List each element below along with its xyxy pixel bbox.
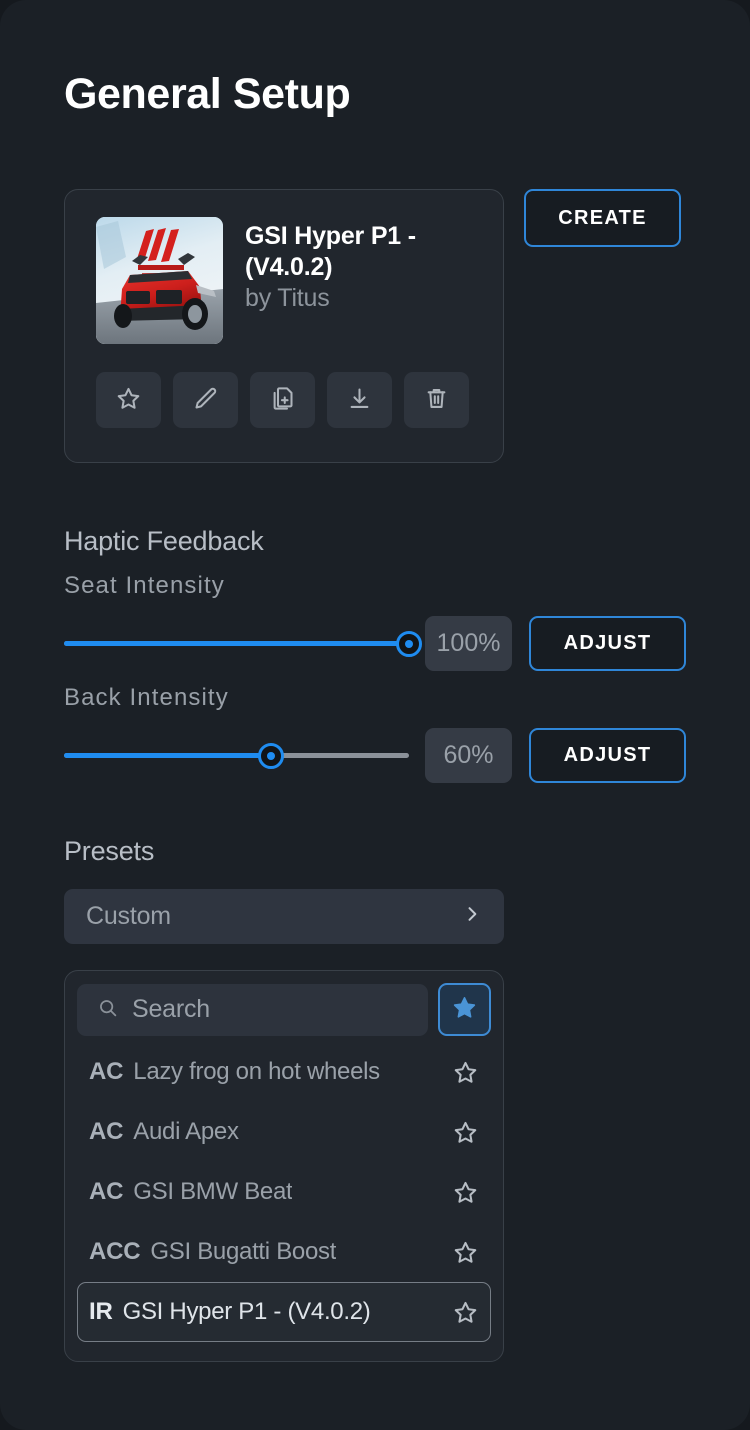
general-setup-screen: General Setup GSI Hyper P1 - (V4.0.2) by…	[0, 0, 750, 1430]
back-intensity-block: Back Intensity 60% ADJUST	[64, 684, 686, 783]
preset-game-tag: AC	[89, 1178, 124, 1205]
preset-label: Audi Apex	[133, 1118, 239, 1145]
back-intensity-label: Back Intensity	[64, 684, 229, 711]
game-thumbnail	[96, 217, 223, 344]
seat-intensity-block: Seat Intensity 100% ADJUST	[64, 572, 686, 671]
create-button[interactable]: CREATE	[524, 189, 681, 247]
preset-search-row	[77, 983, 491, 1036]
slider-fill	[64, 753, 271, 758]
pencil-icon	[192, 385, 219, 415]
preset-list-panel: AC Lazy frog on hot wheels AC Audi Apex AC GS…	[64, 970, 504, 1362]
presets-heading: Presets	[64, 836, 155, 866]
haptic-feedback-heading: Haptic Feedback	[64, 526, 264, 556]
list-item[interactable]: ACC GSI Bugatti Boost	[77, 1222, 491, 1282]
seat-adjust-button[interactable]: ADJUST	[529, 616, 686, 671]
preset-game-tag: ACC	[89, 1238, 141, 1265]
slider-fill	[64, 641, 409, 646]
download-button[interactable]	[327, 372, 392, 428]
list-item[interactable]: AC Audi Apex	[77, 1102, 491, 1162]
search-field[interactable]	[77, 983, 428, 1036]
back-adjust-button[interactable]: ADJUST	[529, 728, 686, 783]
preset-game-tag: AC	[89, 1058, 124, 1085]
edit-button[interactable]	[173, 372, 238, 428]
preset-game-tag: AC	[89, 1118, 124, 1145]
favorite-star-icon[interactable]	[452, 1179, 479, 1206]
preset-list: AC Lazy frog on hot wheels AC Audi Apex AC GS…	[77, 1042, 491, 1342]
search-icon	[97, 997, 118, 1023]
favorite-star-icon[interactable]	[452, 1299, 479, 1326]
delete-button[interactable]	[404, 372, 469, 428]
list-item[interactable]: AC Lazy frog on hot wheels	[77, 1042, 491, 1102]
seat-intensity-value: 100%	[425, 616, 512, 671]
chevron-right-icon	[462, 904, 482, 929]
copy-document-icon	[269, 385, 296, 415]
profile-card: GSI Hyper P1 - (V4.0.2) by Titus	[64, 189, 504, 463]
preset-label: Lazy frog on hot wheels	[133, 1058, 380, 1085]
star-filled-icon	[451, 994, 478, 1026]
seat-intensity-label: Seat Intensity	[64, 572, 225, 599]
profile-card-header: GSI Hyper P1 - (V4.0.2) by Titus	[96, 217, 490, 344]
favorite-star-icon[interactable]	[452, 1059, 479, 1086]
preset-game-tag: IR	[89, 1298, 113, 1325]
favorite-star-icon[interactable]	[452, 1239, 479, 1266]
favorite-button[interactable]	[96, 372, 161, 428]
list-item[interactable]: IR GSI Hyper P1 - (V4.0.2)	[77, 1282, 491, 1342]
preset-select-dropdown[interactable]: Custom	[64, 889, 504, 944]
trash-icon	[423, 385, 450, 415]
star-icon	[115, 385, 142, 415]
page-title: General Setup	[64, 70, 351, 118]
profile-author: by Titus	[245, 284, 330, 312]
preset-label: GSI BMW Beat	[133, 1178, 293, 1205]
preset-label: GSI Bugatti Boost	[150, 1238, 337, 1265]
preset-label: GSI Hyper P1 - (V4.0.2)	[122, 1298, 371, 1325]
duplicate-button[interactable]	[250, 372, 315, 428]
back-intensity-value: 60%	[425, 728, 512, 783]
profile-name: GSI Hyper P1 - (V4.0.2)	[245, 222, 416, 281]
search-input[interactable]	[132, 995, 428, 1024]
profile-actions	[96, 372, 469, 428]
slider-thumb[interactable]	[258, 742, 284, 769]
favorite-star-icon[interactable]	[452, 1119, 479, 1146]
preset-select-value: Custom	[86, 902, 171, 930]
back-intensity-slider[interactable]	[64, 742, 409, 769]
slider-thumb[interactable]	[396, 630, 422, 657]
profile-info: GSI Hyper P1 - (V4.0.2) by Titus	[245, 217, 490, 344]
download-icon	[346, 385, 373, 415]
list-item[interactable]: AC GSI BMW Beat	[77, 1162, 491, 1222]
seat-intensity-slider[interactable]	[64, 630, 422, 657]
favorites-filter-toggle[interactable]	[438, 983, 491, 1036]
